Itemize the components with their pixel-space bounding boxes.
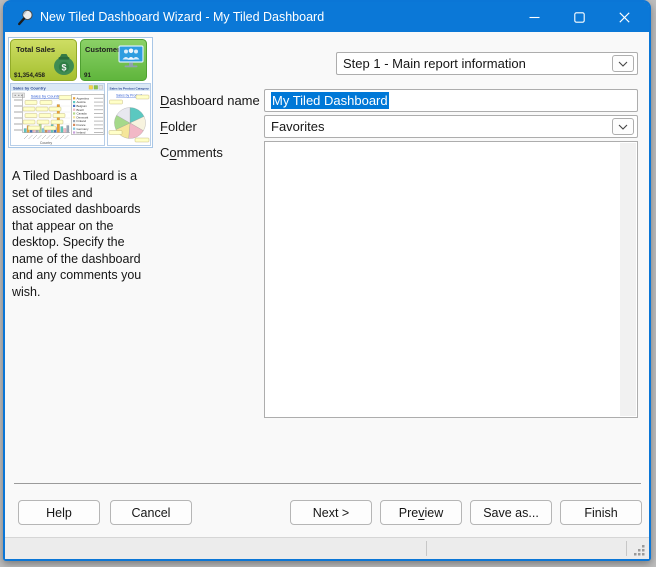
resize-grip[interactable] bbox=[632, 543, 646, 557]
maximize-button[interactable] bbox=[557, 2, 602, 32]
chevron-down-icon bbox=[618, 124, 628, 130]
cancel-button[interactable]: Cancel bbox=[110, 500, 192, 525]
step-selector-value: Step 1 - Main report information bbox=[343, 56, 526, 71]
bar-chart-title: Sales by Country bbox=[31, 94, 61, 99]
preview-button[interactable]: Preview bbox=[380, 500, 462, 525]
dashboard-preview-image: Total Sales $ $1,354,458 Customers bbox=[8, 37, 153, 148]
step-selector[interactable]: Step 1 - Main report information bbox=[336, 52, 638, 75]
comments-scrollbar[interactable] bbox=[620, 143, 636, 416]
comments-label: Comments bbox=[160, 145, 223, 160]
close-button[interactable] bbox=[602, 2, 647, 32]
wizard-description: A Tiled Dashboard is a set of tiles and … bbox=[12, 168, 155, 300]
window-title: New Tiled Dashboard Wizard - My Tiled Da… bbox=[40, 10, 324, 24]
folder-dropdown-button[interactable] bbox=[612, 118, 634, 135]
minimize-button[interactable] bbox=[512, 2, 557, 32]
svg-text:$: $ bbox=[61, 63, 66, 73]
finish-button[interactable]: Finish bbox=[560, 500, 642, 525]
preview-bar-panel: Sales by Country Sales by Country bbox=[11, 84, 105, 146]
status-bar bbox=[5, 537, 649, 559]
chevron-down-icon bbox=[618, 61, 628, 67]
save-as-button[interactable]: Save as... bbox=[470, 500, 552, 525]
dashboard-name-selected-text: My Tiled Dashboard bbox=[271, 92, 389, 109]
magnifier-icon bbox=[17, 9, 34, 26]
bar-chart-axis-label: Country bbox=[40, 141, 53, 145]
bar-chart-legend: Argentina Austria Belgium Brazil Canada … bbox=[72, 95, 105, 135]
svg-text:Ireland: Ireland bbox=[77, 131, 86, 135]
titlebar[interactable]: New Tiled Dashboard Wizard - My Tiled Da… bbox=[5, 2, 649, 32]
preview-pie-panel: Sales by Product Category Sales by Produ… bbox=[108, 84, 151, 146]
pie-panel-header: Sales by Product Category bbox=[110, 86, 150, 90]
close-icon bbox=[619, 12, 630, 23]
tile-customers-label: Customers bbox=[85, 45, 124, 54]
tile-customers: Customers 91 bbox=[81, 40, 147, 81]
bar-panel-header: Sales by Country bbox=[13, 86, 46, 91]
wizard-dialog: New Tiled Dashboard Wizard - My Tiled Da… bbox=[3, 0, 651, 561]
help-button[interactable]: Help bbox=[18, 500, 100, 525]
step-selector-dropdown-button[interactable] bbox=[612, 55, 634, 72]
dashboard-name-label: Dashboard name bbox=[160, 93, 260, 108]
tile-total-sales-label: Total Sales bbox=[16, 45, 55, 54]
maximize-icon bbox=[574, 12, 585, 23]
next-button[interactable]: Next > bbox=[290, 500, 372, 525]
folder-select-value: Favorites bbox=[271, 119, 324, 134]
dashboard-name-input[interactable]: My Tiled Dashboard bbox=[264, 89, 638, 112]
button-separator bbox=[14, 483, 641, 484]
status-divider bbox=[426, 541, 427, 556]
tile-total-sales: Total Sales $ $1,354,458 bbox=[11, 40, 77, 81]
folder-label: Folder bbox=[160, 119, 197, 134]
minimize-icon bbox=[529, 12, 540, 23]
status-divider bbox=[626, 541, 627, 556]
folder-select[interactable]: Favorites bbox=[264, 115, 638, 138]
tile-total-sales-value: $1,354,458 bbox=[14, 72, 46, 79]
comments-textarea[interactable] bbox=[264, 141, 638, 418]
tile-customers-value: 91 bbox=[84, 72, 91, 79]
